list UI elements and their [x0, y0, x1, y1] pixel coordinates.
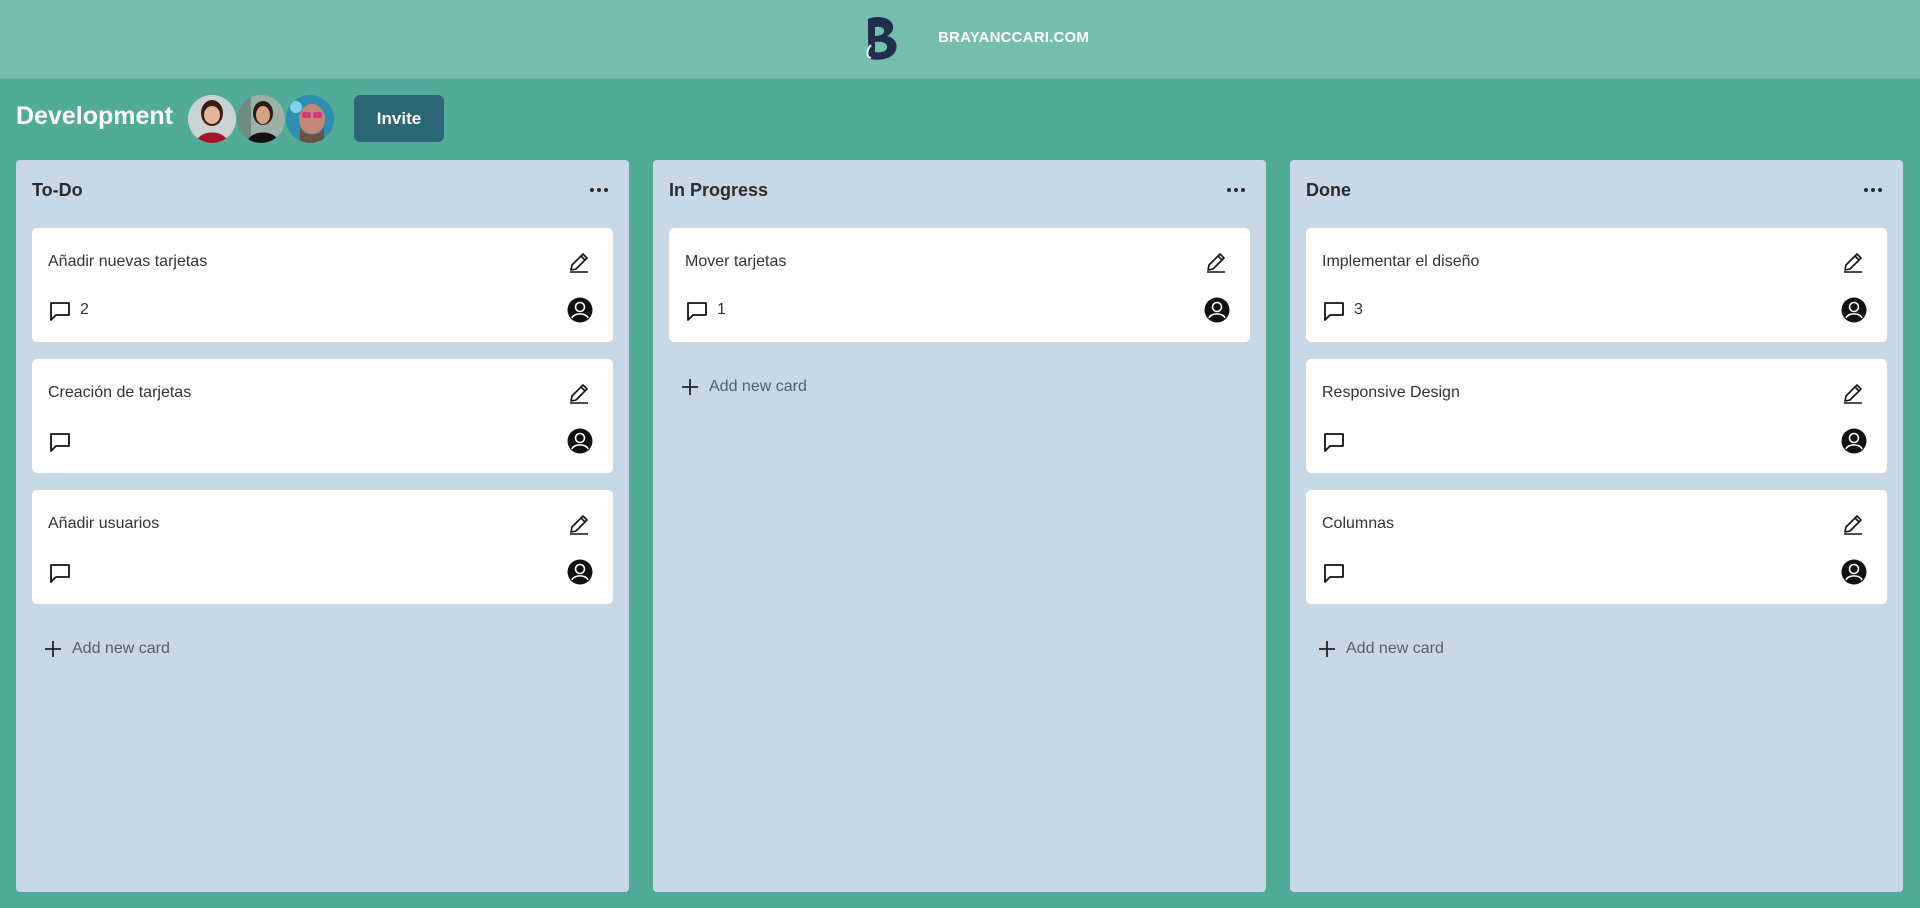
user-circle-icon[interactable]	[1841, 559, 1867, 585]
task-card[interactable]: Añadir nuevas tarjetas 2	[32, 228, 613, 342]
user-circle-icon[interactable]	[567, 559, 593, 585]
member-avatar[interactable]	[236, 94, 286, 144]
pencil-icon[interactable]	[567, 381, 591, 405]
more-horizontal-icon[interactable]	[1224, 178, 1248, 202]
column-title: To-Do	[32, 180, 83, 200]
more-horizontal-icon[interactable]	[587, 178, 611, 202]
column-in-progress: In Progress Mover tarjetas 1 Add new car…	[653, 160, 1266, 892]
member-avatar[interactable]	[187, 94, 237, 144]
board-title: Development	[16, 102, 173, 130]
comment-icon[interactable]	[685, 299, 709, 323]
card-title: Creación de tarjetas	[48, 384, 192, 401]
add-new-card-label: Add new card	[709, 378, 807, 395]
brand-link[interactable]: BRAYANCCARI.COM	[938, 29, 1089, 46]
pencil-icon[interactable]	[567, 512, 591, 536]
comment-icon[interactable]	[1322, 299, 1346, 323]
comment-count: 2	[80, 301, 89, 318]
pencil-icon[interactable]	[567, 250, 591, 274]
comment-count: 3	[1354, 301, 1363, 318]
comment-icon[interactable]	[48, 299, 72, 323]
top-bar: BRAYANCCARI.COM	[0, 0, 1920, 79]
task-card[interactable]: Columnas	[1306, 490, 1887, 604]
column-done: Done Implementar el diseño 3 Responsive …	[1290, 160, 1903, 892]
comment-icon[interactable]	[1322, 430, 1346, 454]
task-card[interactable]: Creación de tarjetas	[32, 359, 613, 473]
pencil-icon[interactable]	[1204, 250, 1228, 274]
column-title: Done	[1306, 180, 1351, 200]
pencil-icon[interactable]	[1841, 250, 1865, 274]
member-avatar-1-image	[188, 95, 236, 143]
task-card[interactable]: Responsive Design	[1306, 359, 1887, 473]
plus-icon	[1319, 641, 1335, 657]
comment-icon[interactable]	[48, 430, 72, 454]
comment-icon[interactable]	[1322, 561, 1346, 585]
task-card[interactable]: Mover tarjetas 1	[669, 228, 1250, 342]
user-circle-icon[interactable]	[567, 428, 593, 454]
card-title: Añadir usuarios	[48, 515, 160, 532]
comment-count: 1	[717, 301, 726, 318]
brand-logo-icon[interactable]	[862, 15, 902, 61]
add-new-card-label: Add new card	[1346, 640, 1444, 657]
user-circle-icon[interactable]	[567, 297, 593, 323]
user-circle-icon[interactable]	[1841, 297, 1867, 323]
add-new-card-label: Add new card	[72, 640, 170, 657]
user-circle-icon[interactable]	[1841, 428, 1867, 454]
plus-icon	[45, 641, 61, 657]
column-to-do: To-Do Añadir nuevas tarjetas 2 Creación …	[16, 160, 629, 892]
plus-icon	[682, 379, 698, 395]
more-horizontal-icon[interactable]	[1861, 178, 1885, 202]
comment-icon[interactable]	[48, 561, 72, 585]
task-card[interactable]: Añadir usuarios	[32, 490, 613, 604]
pencil-icon[interactable]	[1841, 512, 1865, 536]
member-avatar[interactable]	[285, 94, 335, 144]
card-title: Añadir nuevas tarjetas	[48, 253, 208, 270]
member-avatar-3-image	[286, 95, 334, 143]
card-title: Columnas	[1322, 515, 1395, 532]
card-title: Responsive Design	[1322, 384, 1460, 401]
card-title: Mover tarjetas	[685, 253, 787, 270]
pencil-icon[interactable]	[1841, 381, 1865, 405]
member-avatar-2-image	[237, 95, 285, 143]
invite-button[interactable]: Invite	[354, 95, 444, 142]
task-card[interactable]: Implementar el diseño 3	[1306, 228, 1887, 342]
user-circle-icon[interactable]	[1204, 297, 1230, 323]
column-title: In Progress	[669, 180, 769, 200]
card-title: Implementar el diseño	[1322, 253, 1480, 270]
